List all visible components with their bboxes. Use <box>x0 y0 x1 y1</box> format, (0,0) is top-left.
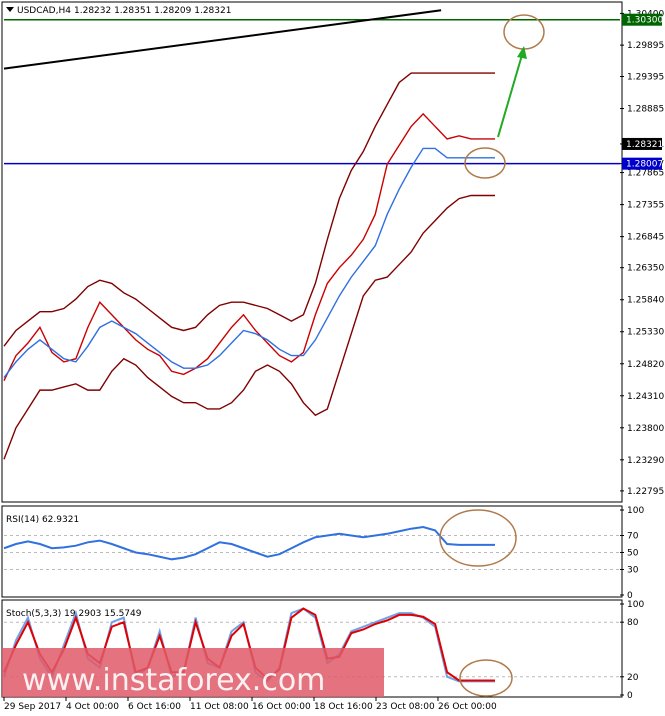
y-tick-label: 1.24820 <box>627 360 664 370</box>
x-tick-label: 29 Sep 2017 <box>4 702 61 712</box>
y-tick-label: 80 <box>627 618 639 628</box>
y-tick-label: 1.29895 <box>627 41 664 51</box>
y-tick-label: 1.26350 <box>627 264 664 274</box>
y-tick-label: 1.23800 <box>627 424 664 434</box>
panel-title: RSI(14) 62.9321 <box>6 515 79 525</box>
price-panel[interactable] <box>1 1 623 503</box>
chart-ohlc: 1.28232 1.28351 1.28209 1.28321 <box>74 6 231 16</box>
x-tick-label: 4 Oct 00:00 <box>66 702 119 712</box>
y-tick-label: 70 <box>627 532 639 542</box>
x-tick-label: 18 Oct 16:00 <box>314 702 373 712</box>
x-tick-label: 11 Oct 08:00 <box>190 702 249 712</box>
x-tick-label: 23 Oct 08:00 <box>376 702 435 712</box>
watermark: www.instaforex.com <box>22 663 325 698</box>
price-tag-label: 1.30300 <box>626 16 663 26</box>
y-tick-label: 50 <box>627 549 639 559</box>
price-tag-label: 1.28321 <box>626 140 663 150</box>
rsi-panel[interactable] <box>1 505 623 598</box>
price-chart: 1.304001.298951.293951.288851.283211.280… <box>1 1 664 712</box>
y-tick-label: 0 <box>627 691 633 701</box>
y-tick-label: 1.29395 <box>627 73 664 83</box>
y-tick-label: 100 <box>627 506 644 516</box>
chart-symbol: USDCAD,H4 <box>17 6 71 16</box>
y-tick-label: 1.22795 <box>627 487 664 497</box>
y-tick-label: 20 <box>627 673 639 683</box>
y-tick-label: 100 <box>627 600 644 610</box>
x-tick-label: 16 Oct 00:00 <box>252 702 311 712</box>
y-tick-label: 1.24310 <box>627 392 664 402</box>
y-tick-label: 30 <box>627 566 639 576</box>
y-tick-label: 1.23290 <box>627 456 664 466</box>
y-tick-label: 1.28885 <box>627 105 664 115</box>
y-tick-label: 1.25840 <box>627 296 664 306</box>
price-tag-label: 1.28007 <box>626 160 663 170</box>
y-tick-label: 1.26845 <box>627 233 664 243</box>
y-tick-label: 1.25330 <box>627 328 664 338</box>
x-tick-label: 26 Oct 00:00 <box>438 702 497 712</box>
x-tick-label: 6 Oct 16:00 <box>128 702 181 712</box>
y-tick-label: 1.27865 <box>627 169 664 179</box>
y-tick-label: 1.27355 <box>627 201 664 211</box>
